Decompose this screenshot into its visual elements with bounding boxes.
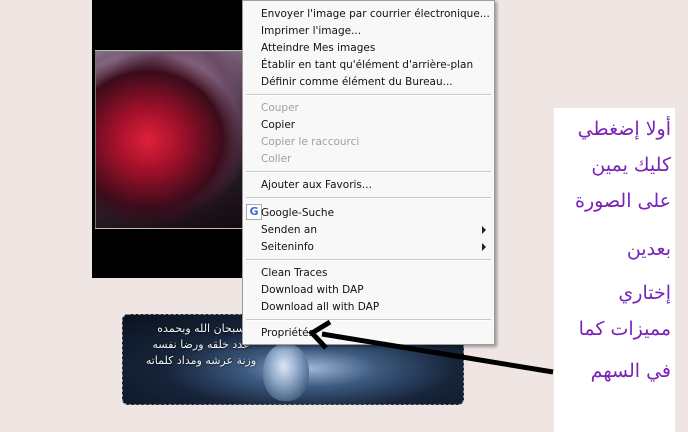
pointer-arrow-icon (308, 319, 554, 375)
arrow-shaft (321, 331, 554, 375)
